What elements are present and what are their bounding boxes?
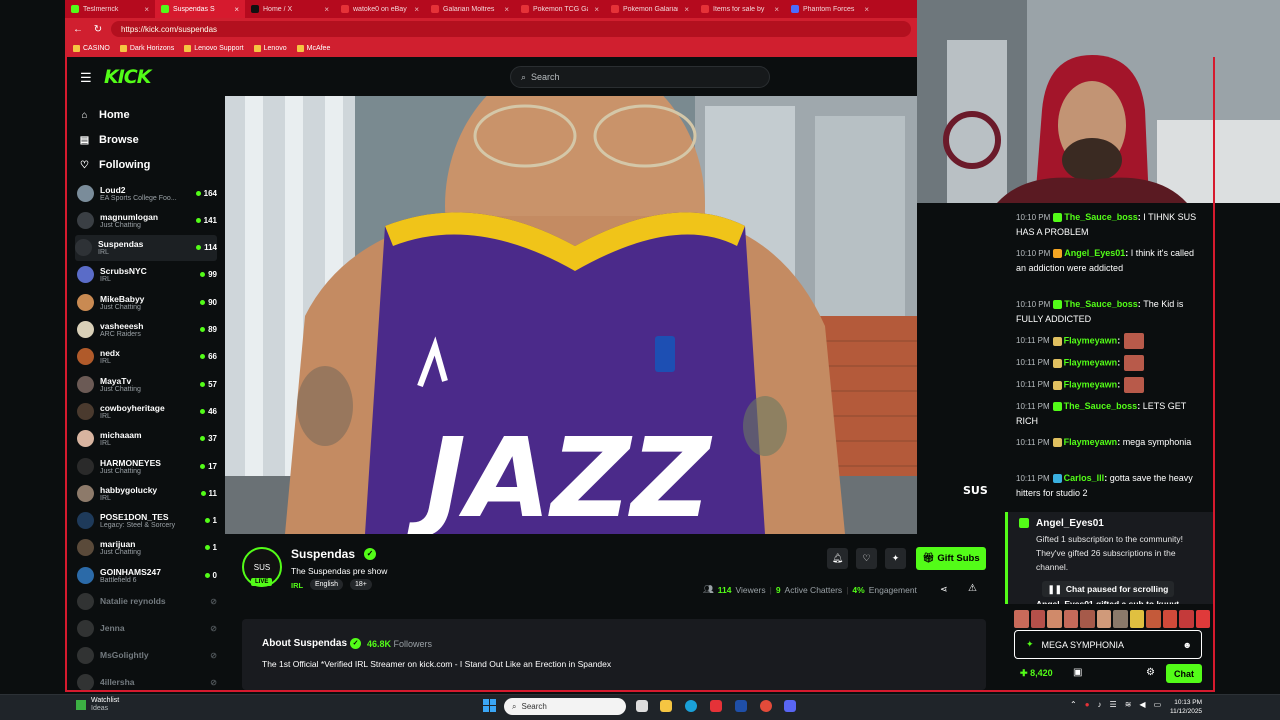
bookmark-item[interactable]: CASINO — [73, 45, 110, 52]
tab-label: Galarian Moltres — [443, 5, 495, 13]
taskbar-clock[interactable]: 10:13 PM 11/12/2025 — [1170, 698, 1202, 716]
tab-label: watoke0 on eBay — [353, 5, 407, 13]
browser-tab[interactable]: Home / X × — [245, 0, 335, 18]
bookmark-icon — [184, 45, 192, 52]
browser-tab[interactable]: Pokemon Galarian × — [605, 0, 695, 18]
tab-label: Items for sale by — [713, 5, 765, 13]
tab-favicon-icon — [341, 5, 349, 13]
browser-tab[interactable]: Items for sale by × — [695, 0, 785, 18]
bookmark-label: Lenovo Support — [194, 45, 244, 52]
edge-icon[interactable] — [685, 700, 697, 712]
tray-app-icon[interactable]: ● — [1085, 700, 1090, 709]
bookmark-label: CASINO — [83, 45, 110, 52]
app-icon[interactable] — [784, 700, 796, 712]
tab-label: Phantom Forces — [803, 5, 855, 13]
tab-label: Home / X — [263, 5, 293, 13]
search-icon: ⌕ — [512, 701, 517, 711]
tab-label: Teslmerrick — [83, 5, 119, 13]
chrome-icon[interactable] — [760, 700, 772, 712]
browser-tab[interactable]: Teslmerrick × — [65, 0, 155, 18]
clock-date: 11/12/2025 — [1170, 708, 1203, 715]
taskbar-search-label: Search — [521, 702, 547, 711]
start-menu-icon[interactable] — [483, 699, 496, 712]
bookmark-item[interactable]: Lenovo Support — [184, 45, 244, 52]
browser-tab[interactable]: Suspendas S × — [155, 0, 245, 18]
bookmark-label: McAfee — [306, 45, 331, 52]
chevron-up-icon[interactable]: ⌃ — [1070, 700, 1077, 709]
bookmark-icon — [253, 45, 261, 52]
task-view-icon[interactable] — [636, 700, 648, 712]
bookmarks-bar: CASINO Dark Horizons Lenovo Support Lenovo M… — [65, 40, 917, 57]
youtube-icon[interactable] — [710, 700, 722, 712]
close-icon[interactable]: × — [594, 5, 599, 14]
bookmark-item[interactable]: McAfee — [296, 45, 331, 52]
taskbar-search[interactable]: ⌕ Search — [504, 698, 626, 715]
close-icon[interactable]: × — [504, 5, 509, 14]
battery-icon[interactable]: ▭ — [1154, 700, 1162, 709]
tab-favicon-icon — [611, 5, 619, 13]
tab-label: Pokemon TCG Gal — [533, 5, 589, 13]
watchlist-title: Watchlist — [91, 697, 120, 704]
close-icon[interactable]: × — [144, 5, 149, 14]
stream-frame-border — [65, 57, 1215, 692]
watchlist-sub: Ideas — [91, 705, 109, 712]
bookmark-icon — [296, 45, 304, 52]
volume-icon[interactable]: ◀ — [1139, 700, 1145, 709]
browser-tab[interactable]: Pokemon TCG Gal × — [515, 0, 605, 18]
address-url: https://kick.com/suspendas — [121, 24, 218, 34]
system-tray[interactable]: ⌃ ● ♪ ☰ ≋ ◀ ▭ — [1070, 700, 1161, 709]
browser-tab-bar: Teslmerrick × Suspendas S × Home / X × watoke0… — [65, 0, 917, 18]
close-icon[interactable]: × — [234, 5, 239, 14]
tab-favicon-icon — [161, 5, 169, 13]
tab-favicon-icon — [791, 5, 799, 13]
bookmark-label: Dark Horizons — [129, 45, 175, 52]
browser-tab[interactable]: watoke0 on eBay × — [335, 0, 425, 18]
tab-label: Pokemon Galarian — [623, 5, 679, 13]
browser-tab[interactable]: Phantom Forces × — [785, 0, 875, 18]
close-icon[interactable]: × — [684, 5, 689, 14]
file-explorer-icon[interactable] — [660, 700, 672, 712]
tab-favicon-icon — [701, 5, 709, 13]
tab-label: Suspendas S — [173, 5, 215, 13]
watchlist-widget[interactable]: Watchlist Ideas — [76, 697, 119, 713]
tab-favicon-icon — [71, 5, 79, 13]
tab-favicon-icon — [521, 5, 529, 13]
back-arrow-icon[interactable]: ← — [71, 22, 85, 36]
bookmark-label: Lenovo — [263, 45, 287, 52]
close-icon[interactable]: × — [774, 5, 779, 14]
clock-time: 10:13 PM — [1174, 699, 1203, 706]
bookmark-item[interactable]: Lenovo — [253, 45, 287, 52]
tab-favicon-icon — [251, 5, 259, 13]
microphone-icon[interactable]: ♪ — [1098, 700, 1102, 709]
close-icon[interactable]: × — [864, 5, 869, 14]
tab-favicon-icon — [431, 5, 439, 13]
bookmark-item[interactable]: Dark Horizons — [119, 45, 175, 52]
bookmark-icon — [119, 45, 127, 52]
address-bar[interactable]: https://kick.com/suspendas — [111, 21, 911, 37]
close-icon[interactable]: × — [414, 5, 419, 14]
watchlist-icon — [76, 700, 86, 710]
network-icon[interactable]: ☰ — [1110, 700, 1117, 709]
bookmark-icon — [73, 45, 80, 52]
browser-tab[interactable]: Galarian Moltres × — [425, 0, 515, 18]
lenovo-icon[interactable] — [735, 700, 747, 712]
wifi-icon[interactable]: ≋ — [1125, 700, 1132, 709]
browser-toolbar: ← ↻ https://kick.com/suspendas — [65, 18, 917, 40]
reload-icon[interactable]: ↻ — [91, 22, 105, 36]
close-icon[interactable]: × — [324, 5, 329, 14]
